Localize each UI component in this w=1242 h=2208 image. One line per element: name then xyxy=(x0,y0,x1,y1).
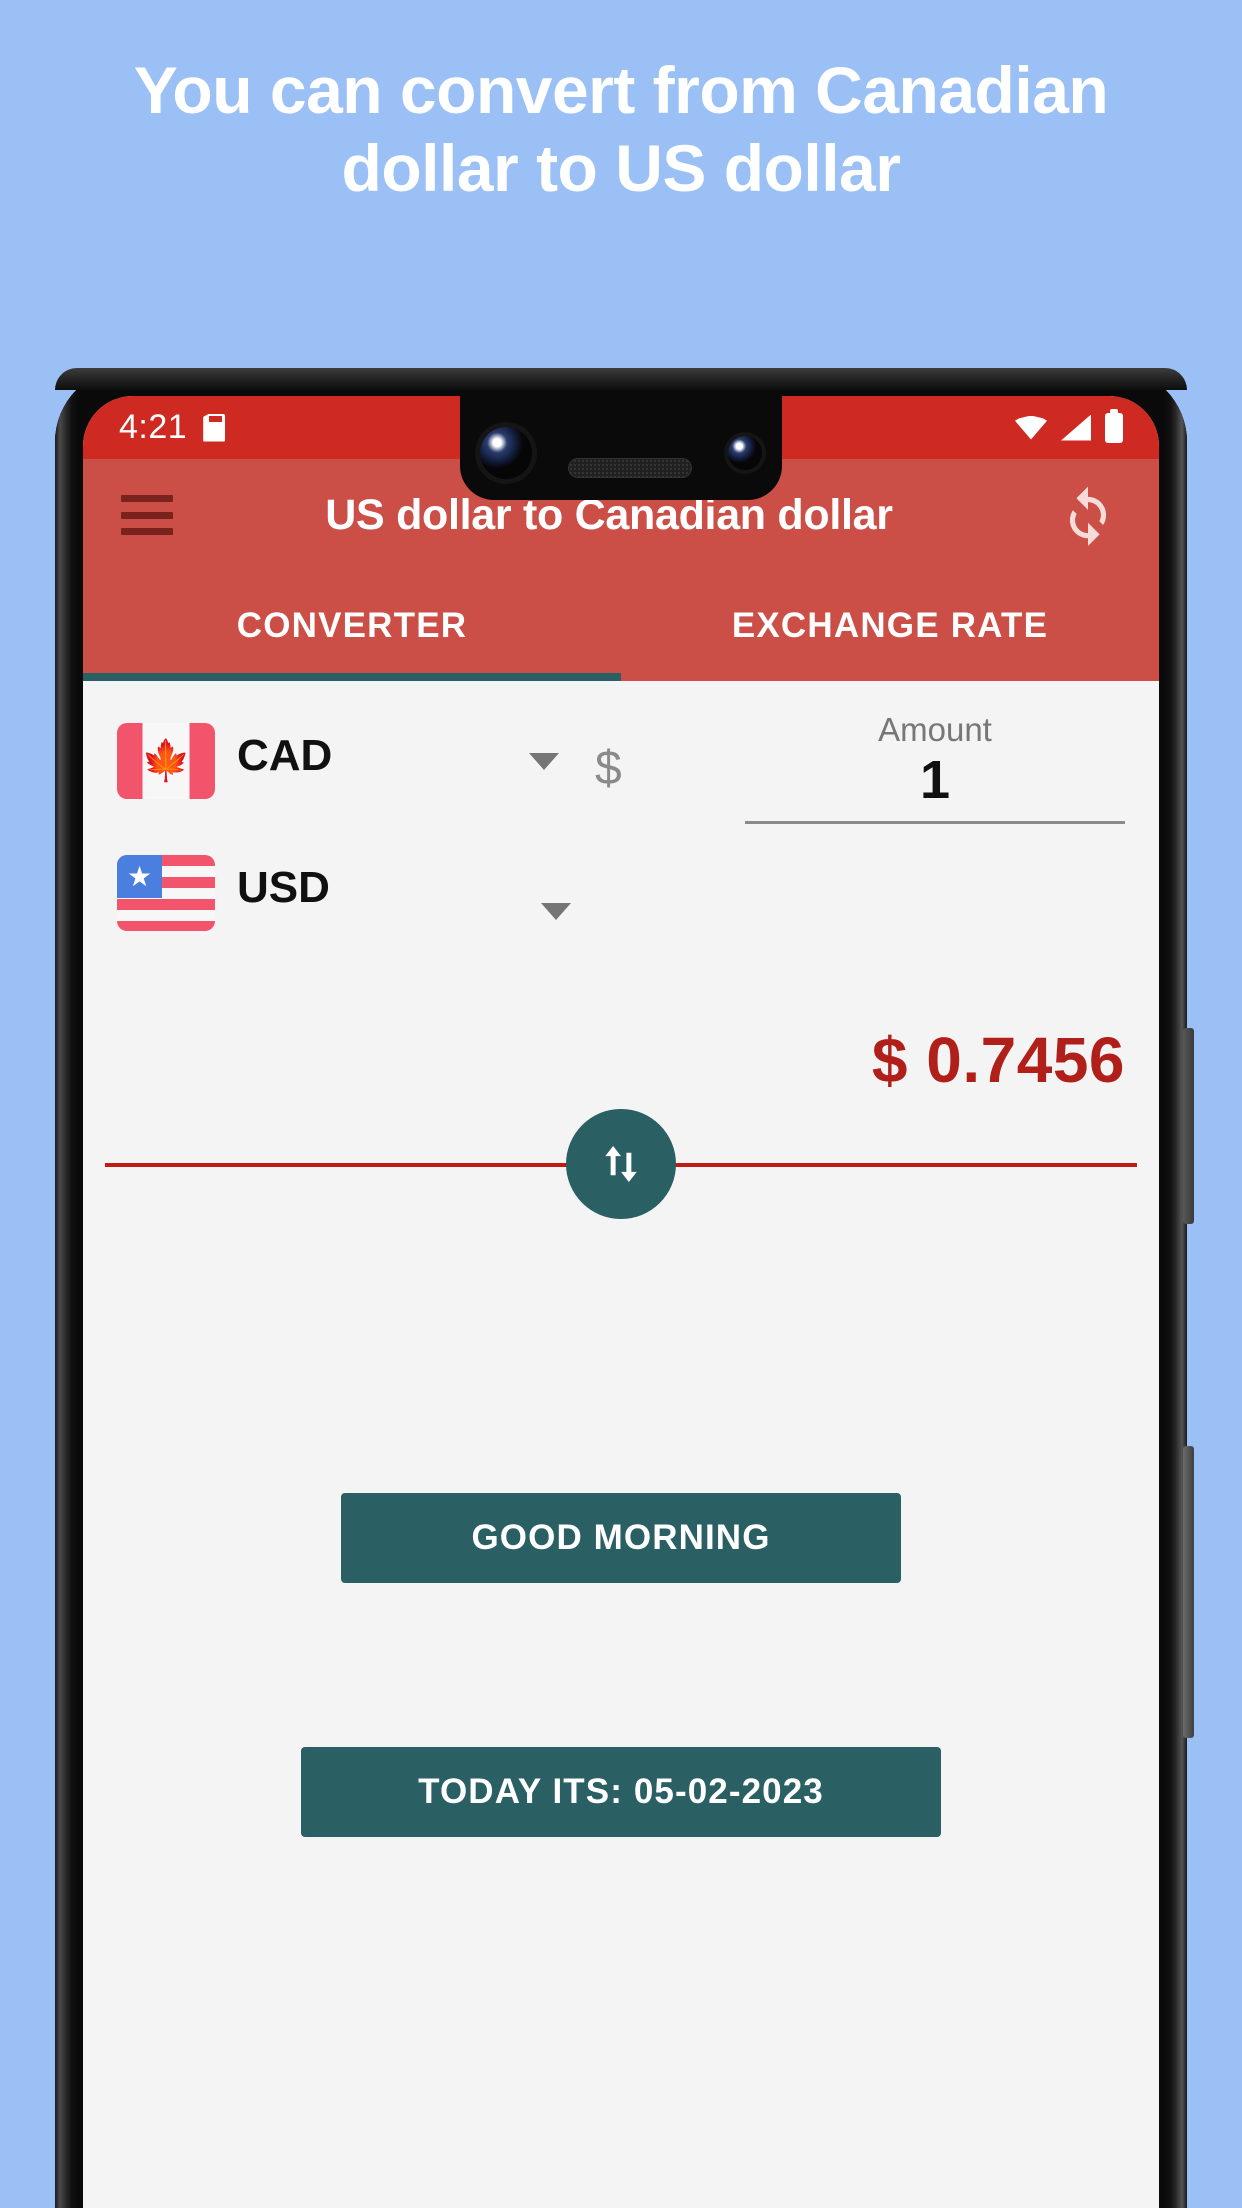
usa-flag-canton: ★ xyxy=(117,855,162,898)
front-camera-icon xyxy=(728,436,762,470)
to-currency-code: USD xyxy=(237,863,330,912)
tab-converter[interactable]: CONVERTER xyxy=(83,571,621,681)
from-currency-symbol: $ xyxy=(595,742,622,795)
status-bar-left: 4:21 xyxy=(83,408,225,447)
wifi-icon xyxy=(1015,415,1047,440)
canada-flag-icon: 🍁 xyxy=(117,723,215,799)
usa-flag-icon: ★ xyxy=(117,855,215,931)
refresh-icon[interactable] xyxy=(1055,482,1121,548)
status-bar-time: 4:21 xyxy=(119,408,188,446)
phone-notch xyxy=(460,396,782,500)
amount-label: Amount xyxy=(878,711,992,748)
swap-currencies-button[interactable] xyxy=(566,1109,676,1219)
power-button[interactable] xyxy=(1183,1028,1194,1224)
tab-active-indicator xyxy=(83,673,621,681)
front-camera-wide-icon xyxy=(480,427,532,479)
signal-icon xyxy=(1061,414,1091,441)
battery-icon xyxy=(1105,408,1123,443)
phone-screen: 4:21 US dollar to Canadian dollar CONVER… xyxy=(83,396,1159,2208)
from-currency-row: 🍁 CAD $ Amount 1 xyxy=(83,681,1159,824)
greeting-button[interactable]: GOOD MORNING xyxy=(341,1493,901,1583)
conversion-result: $ 0.7456 xyxy=(871,1024,1125,1096)
tab-bar: CONVERTER EXCHANGE RATE xyxy=(83,571,1159,681)
from-currency-chevron-down-icon[interactable] xyxy=(529,753,559,770)
earpiece-speaker xyxy=(568,458,692,478)
today-date-button[interactable]: TODAY ITS: 05-02-2023 xyxy=(301,1747,941,1837)
volume-button[interactable] xyxy=(1183,1446,1194,1738)
promo-headline: You can convert from Canadian dollar to … xyxy=(133,53,1109,205)
converter-panel: 🍁 CAD $ Amount 1 ★ USD $ 0.7456 GOOD MOR… xyxy=(83,681,1159,2208)
from-currency-code: CAD xyxy=(237,731,333,780)
maple-leaf-glyph: 🍁 xyxy=(141,739,191,783)
to-currency-row: ★ USD xyxy=(83,799,1159,931)
sd-card-icon xyxy=(203,414,225,442)
tab-exchange-rate[interactable]: EXCHANGE RATE xyxy=(621,571,1159,681)
device-top-edge xyxy=(55,368,1187,390)
status-bar-right xyxy=(1015,396,1123,459)
swap-section xyxy=(83,1109,1159,1219)
to-currency-chevron-down-icon[interactable] xyxy=(541,903,571,920)
phone-device-frame: 4:21 US dollar to Canadian dollar CONVER… xyxy=(55,368,1194,2208)
swap-vertical-arrows-icon xyxy=(605,1146,637,1182)
